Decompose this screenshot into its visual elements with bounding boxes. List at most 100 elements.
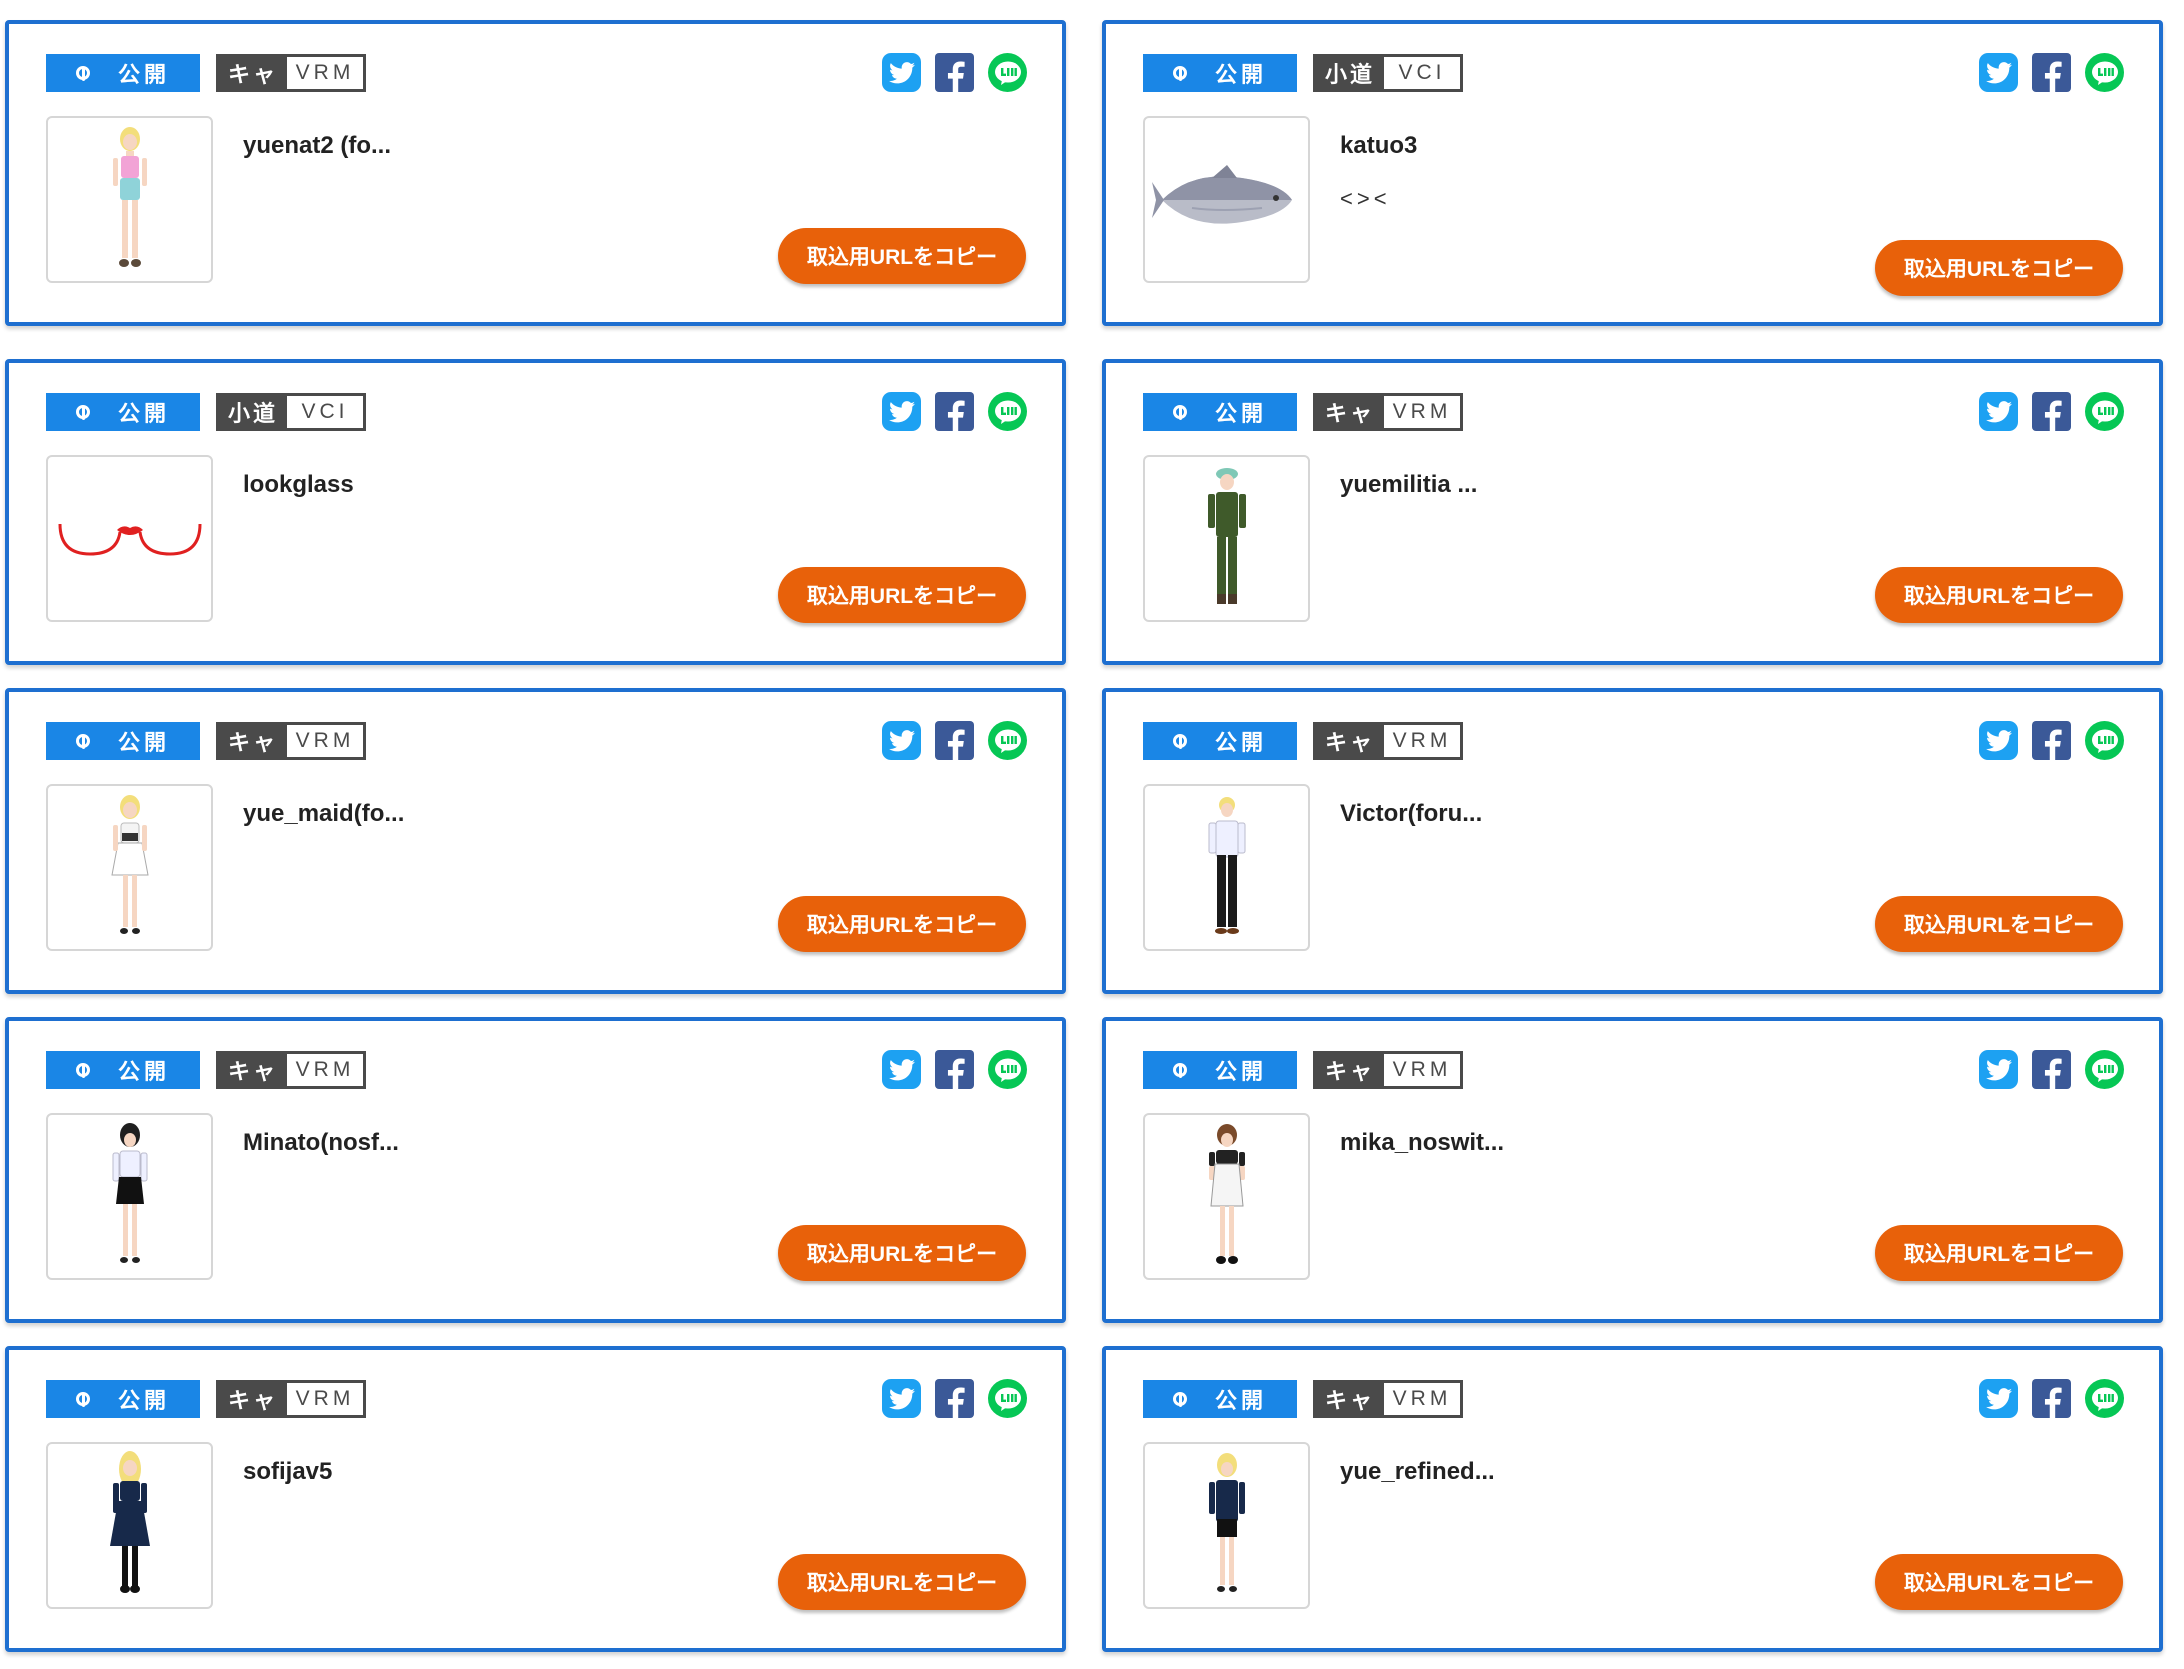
- facebook-icon[interactable]: [935, 1379, 974, 1419]
- facebook-icon[interactable]: [2032, 1050, 2071, 1090]
- item-name[interactable]: lookglass: [243, 471, 354, 499]
- twitter-icon[interactable]: [1979, 1050, 2018, 1089]
- item-name[interactable]: sofijav5: [243, 1458, 332, 1486]
- copy-url-button[interactable]: 取込用URLをコピー: [778, 896, 1026, 952]
- public-badge: 公開: [1143, 54, 1297, 92]
- public-label: 公開: [117, 730, 170, 755]
- thumbnail[interactable]: [1143, 784, 1310, 951]
- line-icon[interactable]: [2085, 1050, 2124, 1089]
- format-label: VRM: [287, 1383, 363, 1415]
- avatar-image: [1208, 1452, 1245, 1592]
- globe-icon: [75, 1063, 90, 1078]
- twitter-icon[interactable]: [882, 1379, 921, 1418]
- copy-url-button[interactable]: 取込用URLをコピー: [1875, 896, 2123, 952]
- facebook-icon[interactable]: [2032, 721, 2071, 761]
- line-icon[interactable]: [2085, 1379, 2124, 1418]
- category-label: キャ: [219, 1383, 287, 1415]
- public-badge: 公開: [46, 54, 200, 92]
- badge-row: 公開 キャ VRM: [46, 54, 366, 92]
- type-badge: キャ VRM: [1313, 722, 1463, 760]
- twitter-icon[interactable]: [1979, 53, 2018, 92]
- thumbnail[interactable]: [46, 784, 213, 951]
- facebook-icon[interactable]: [935, 721, 974, 761]
- thumbnail[interactable]: [46, 116, 213, 283]
- badge-row: 公開 キャ VRM: [1143, 1051, 1463, 1089]
- copy-url-button[interactable]: 取込用URLをコピー: [1875, 240, 2123, 296]
- line-icon[interactable]: [988, 53, 1027, 92]
- format-label: VRM: [1384, 1383, 1460, 1415]
- item-name[interactable]: yuemilitia ...: [1340, 471, 1477, 499]
- twitter-icon[interactable]: [882, 392, 921, 431]
- twitter-icon[interactable]: [882, 53, 921, 92]
- public-label: 公開: [1214, 401, 1267, 426]
- public-badge: 公開: [1143, 1380, 1297, 1418]
- type-badge: キャ VRM: [216, 722, 366, 760]
- copy-url-button[interactable]: 取込用URLをコピー: [1875, 1225, 2123, 1281]
- copy-url-button[interactable]: 取込用URLをコピー: [778, 1225, 1026, 1281]
- thumbnail[interactable]: [1143, 1442, 1310, 1609]
- public-badge: 公開: [46, 393, 200, 431]
- badge-row: 公開 キャ VRM: [1143, 1380, 1463, 1418]
- format-label: VRM: [287, 725, 363, 757]
- badge-row: 公開 キャ VRM: [1143, 393, 1463, 431]
- item-name[interactable]: Minato(nosf...: [243, 1129, 399, 1157]
- public-badge: 公開: [1143, 1051, 1297, 1089]
- item-name[interactable]: Victor(foru...: [1340, 800, 1482, 828]
- share-buttons: [1965, 721, 2124, 761]
- facebook-icon[interactable]: [935, 1050, 974, 1090]
- public-label: 公開: [117, 1388, 170, 1413]
- thumbnail[interactable]: [1143, 116, 1310, 283]
- twitter-icon[interactable]: [1979, 392, 2018, 431]
- twitter-icon[interactable]: [882, 1050, 921, 1089]
- line-icon[interactable]: [988, 721, 1027, 760]
- item-name[interactable]: yue_refined...: [1340, 1458, 1495, 1486]
- globe-icon: [1172, 1063, 1187, 1078]
- facebook-icon[interactable]: [2032, 392, 2071, 432]
- thumbnail[interactable]: [46, 1442, 213, 1609]
- line-icon[interactable]: [2085, 721, 2124, 760]
- facebook-icon[interactable]: [935, 53, 974, 93]
- globe-icon: [1172, 1392, 1187, 1407]
- globe-icon: [1172, 66, 1187, 81]
- copy-url-button[interactable]: 取込用URLをコピー: [1875, 567, 2123, 623]
- badge-row: 公開 小道 VCI: [46, 393, 366, 431]
- share-buttons: [1965, 392, 2124, 432]
- globe-icon: [1172, 734, 1187, 749]
- facebook-icon[interactable]: [2032, 53, 2071, 93]
- copy-url-button[interactable]: 取込用URLをコピー: [778, 228, 1026, 284]
- type-badge: キャ VRM: [1313, 1051, 1463, 1089]
- format-label: VRM: [1384, 725, 1460, 757]
- twitter-icon[interactable]: [1979, 1379, 2018, 1418]
- thumbnail[interactable]: [1143, 455, 1310, 622]
- line-icon[interactable]: [988, 1379, 1027, 1418]
- globe-icon: [1172, 405, 1187, 420]
- thumbnail[interactable]: [1143, 1113, 1310, 1280]
- copy-url-button[interactable]: 取込用URLをコピー: [778, 567, 1026, 623]
- thumbnail[interactable]: [46, 455, 213, 622]
- item-name[interactable]: mika_noswit...: [1340, 1129, 1504, 1157]
- item-name[interactable]: yuenat2 (fo...: [243, 132, 391, 160]
- copy-url-button[interactable]: 取込用URLをコピー: [778, 1554, 1026, 1610]
- thumbnail[interactable]: [46, 1113, 213, 1280]
- line-icon[interactable]: [988, 1050, 1027, 1089]
- item-card: 公開 キャ VRM: [1102, 1017, 2163, 1323]
- twitter-icon[interactable]: [1979, 721, 2018, 760]
- item-name[interactable]: katuo3: [1340, 132, 1417, 160]
- facebook-icon[interactable]: [935, 392, 974, 432]
- item-card: 公開 小道 VCI lookglass 取込用URLをコピー: [5, 359, 1066, 665]
- type-badge: 小道 VCI: [1313, 54, 1463, 92]
- category-label: キャ: [219, 57, 287, 89]
- type-badge: 小道 VCI: [216, 393, 366, 431]
- line-icon[interactable]: [988, 392, 1027, 431]
- line-icon[interactable]: [2085, 53, 2124, 92]
- badge-row: 公開 小道 VCI: [1143, 54, 1463, 92]
- facebook-icon[interactable]: [2032, 1379, 2071, 1419]
- item-card: 公開 小道 VCI katuo3 <>< 取込用URLをコピー: [1102, 20, 2163, 326]
- public-badge: 公開: [46, 722, 200, 760]
- copy-url-button[interactable]: 取込用URLをコピー: [1875, 1554, 2123, 1610]
- fish-image: [1151, 164, 1292, 224]
- avatar-image: [1207, 467, 1246, 604]
- item-name[interactable]: yue_maid(fo...: [243, 800, 404, 828]
- line-icon[interactable]: [2085, 392, 2124, 431]
- twitter-icon[interactable]: [882, 721, 921, 760]
